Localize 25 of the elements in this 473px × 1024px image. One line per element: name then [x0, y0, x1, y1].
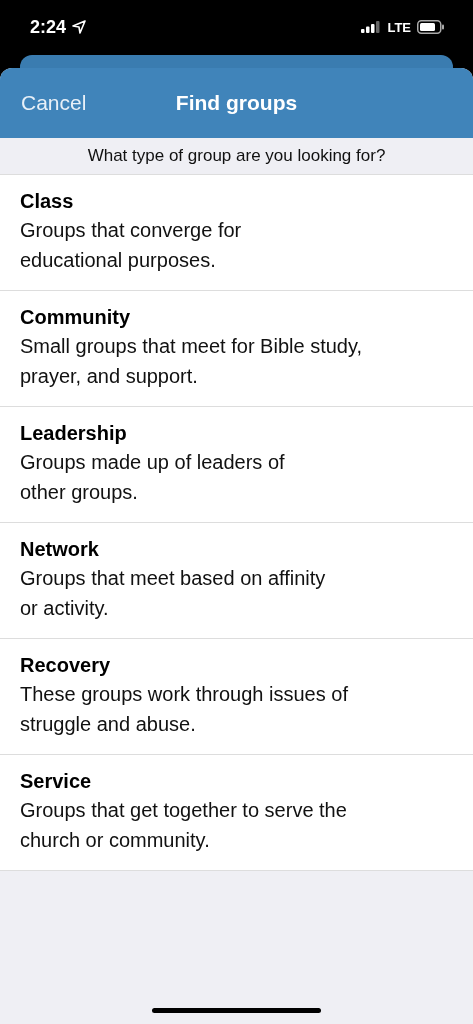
group-type-item[interactable]: Class Groups that converge for educational purposes.	[0, 175, 473, 291]
battery-icon	[417, 20, 445, 34]
group-type-item[interactable]: Recovery These groups work through issues of struggle and abuse.	[0, 639, 473, 755]
group-type-name: Community	[20, 305, 131, 330]
location-arrow-icon	[72, 20, 87, 34]
group-type-description: Groups that get together to serve the church or community.	[20, 798, 348, 853]
group-type-item[interactable]: Network Groups that meet based on affinity or activity.	[0, 523, 473, 639]
network-label: LTE	[387, 19, 411, 35]
group-type-item[interactable]: Community Small groups that meet for Bible study, prayer, and support.	[0, 291, 473, 407]
group-type-name: Service	[20, 769, 93, 794]
group-type-description: Groups that converge for educational purposes.	[20, 218, 243, 273]
group-type-name: Class	[20, 189, 75, 214]
signal-icon	[361, 21, 382, 33]
group-type-description: Groups made up of leaders of other groups.	[20, 450, 286, 505]
prompt-text: What type of group are you looking for?	[87, 146, 386, 166]
group-type-name: Network	[20, 537, 100, 562]
group-type-description: These groups work through issues of struggle and abuse.	[20, 682, 349, 737]
group-type-item[interactable]: Leadership Groups made up of leaders of other groups.	[0, 407, 473, 523]
group-type-name: Leadership	[20, 421, 128, 446]
status-time: 2:24	[30, 16, 67, 38]
group-type-description: Small groups that meet for Bible study, prayer, and support.	[20, 334, 363, 389]
group-type-item[interactable]: Service Groups that get together to serve the church or community.	[0, 755, 473, 871]
group-type-description: Groups that meet based on affinity or activity.	[20, 566, 327, 621]
group-type-name: Recovery	[20, 653, 112, 678]
page-title: Find groups	[175, 91, 298, 115]
